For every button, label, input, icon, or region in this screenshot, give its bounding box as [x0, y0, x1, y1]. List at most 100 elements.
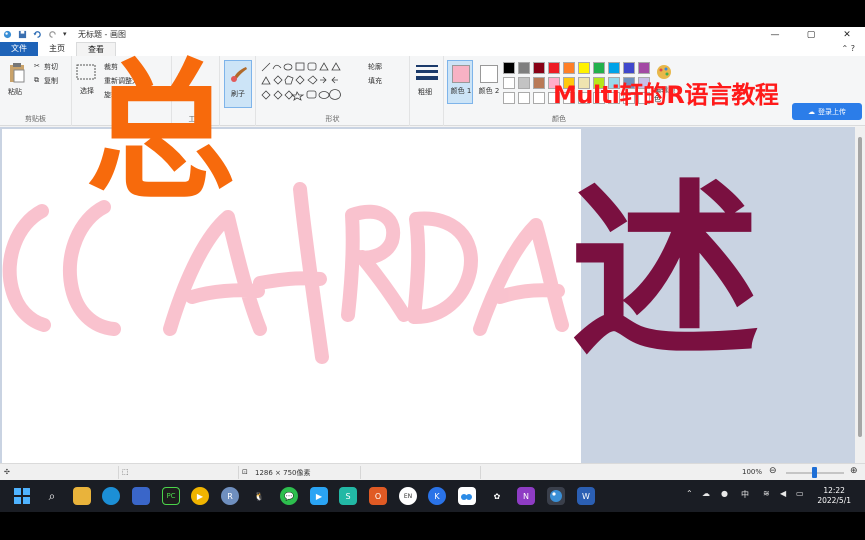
- channel-title-overlay: Multi轩的R语言教程: [553, 81, 779, 109]
- canvas-size-icon: ⊡: [242, 468, 248, 476]
- tab-file[interactable]: 文件: [0, 42, 38, 56]
- window-title: 无标题 - 画图: [78, 30, 126, 39]
- palette-swatch[interactable]: [518, 92, 530, 104]
- outline-button[interactable]: 轮廓: [368, 62, 382, 72]
- vertical-scrollbar[interactable]: [855, 127, 865, 463]
- edge-browser-icon[interactable]: [102, 487, 120, 505]
- shapes-group-label: 形状: [325, 115, 340, 123]
- screen: ▾ 无标题 - 画图 — ▢ ✕ 文件 主页 查看 ⌃ ? 粘贴 ✂ 剪切 ⧉ …: [0, 27, 865, 512]
- paste-icon[interactable]: [8, 62, 26, 84]
- redo-icon[interactable]: [48, 30, 57, 39]
- palette-swatch[interactable]: [518, 77, 530, 89]
- cloud-icon: ☁: [808, 107, 815, 116]
- palette-swatch[interactable]: [638, 62, 650, 74]
- palette-swatch[interactable]: [533, 62, 545, 74]
- title-bar: ▾ 无标题 - 画图 — ▢ ✕: [0, 27, 865, 42]
- cursor-position-icon: ✣: [4, 468, 10, 476]
- color1-button[interactable]: 颜色 1: [447, 60, 473, 104]
- shapes-group: 轮廓 填充 形状: [256, 56, 410, 126]
- palette-swatch[interactable]: [533, 77, 545, 89]
- palette-swatch[interactable]: [623, 62, 635, 74]
- cloud-drive-icon[interactable]: [458, 487, 476, 505]
- palette-swatch[interactable]: [578, 62, 590, 74]
- palette-swatch[interactable]: [548, 62, 560, 74]
- color2-swatch: [480, 65, 498, 83]
- undo-icon[interactable]: [33, 30, 42, 39]
- scissors-icon: ✂: [34, 62, 40, 70]
- onenote-icon[interactable]: N: [517, 487, 535, 505]
- help-icon[interactable]: ⌃ ?: [842, 44, 856, 53]
- battery-icon[interactable]: ▭: [796, 489, 804, 498]
- overlay-word-right: 述: [570, 160, 761, 383]
- cloud-tray-icon[interactable]: ☁: [702, 489, 710, 498]
- color2-label: 颜色 2: [478, 87, 500, 95]
- window-controls: — ▢ ✕: [757, 27, 865, 42]
- settings-gear-icon[interactable]: ✿: [488, 487, 506, 505]
- color2-button[interactable]: 颜色 2: [475, 60, 501, 104]
- paint-taskbar-icon[interactable]: [547, 487, 565, 505]
- paste-button[interactable]: 粘贴: [8, 87, 22, 97]
- language-icon[interactable]: EN: [399, 487, 417, 505]
- selection-size-icon: ⬚: [122, 468, 129, 476]
- minimize-button[interactable]: —: [757, 27, 793, 42]
- tab-home[interactable]: 主页: [38, 42, 76, 56]
- r-language-icon[interactable]: R: [221, 487, 239, 505]
- clock-date: 2022/5/1: [817, 496, 851, 505]
- color1-swatch: [452, 65, 470, 83]
- taskbar: ⌕ PC ▶ R 🐧 💬 ▶ S O EN K ✿ N W ⌃ ☁ ● 中 ≋ …: [0, 480, 865, 512]
- zoom-out-button[interactable]: ⊖: [769, 466, 777, 476]
- fill-button[interactable]: 填充: [368, 76, 382, 86]
- file-explorer-icon[interactable]: [73, 487, 91, 505]
- video-player-icon[interactable]: ▶: [310, 487, 328, 505]
- status-divider: [118, 466, 119, 479]
- media-player-icon[interactable]: ▶: [191, 487, 209, 505]
- windows-start-icon[interactable]: [13, 487, 31, 505]
- zoom-slider-thumb[interactable]: [812, 467, 817, 478]
- palette-swatch[interactable]: [503, 62, 515, 74]
- system-clock[interactable]: 12:22 2022/5/1: [817, 486, 851, 506]
- word-icon[interactable]: W: [577, 487, 595, 505]
- close-button[interactable]: ✕: [829, 27, 865, 42]
- sublime-icon[interactable]: S: [339, 487, 357, 505]
- quick-access-toolbar: ▾: [0, 30, 72, 39]
- palette-swatch[interactable]: [533, 92, 545, 104]
- palette-swatch[interactable]: [593, 62, 605, 74]
- paint-app-icon: [3, 30, 12, 39]
- k-app-icon[interactable]: K: [428, 487, 446, 505]
- palette-swatch[interactable]: [503, 77, 515, 89]
- copy-button[interactable]: 复制: [44, 76, 58, 86]
- palette-swatch[interactable]: [563, 62, 575, 74]
- zoom-in-button[interactable]: ⊕: [850, 466, 858, 476]
- pycharm-icon[interactable]: PC: [162, 487, 180, 505]
- size-button[interactable]: 粗细: [418, 87, 432, 97]
- overlay-word-left: 总: [86, 44, 237, 220]
- maximize-button[interactable]: ▢: [793, 27, 829, 42]
- office-icon[interactable]: O: [369, 487, 387, 505]
- tray-expand-icon[interactable]: ⌃: [686, 489, 693, 498]
- qq-icon[interactable]: 🐧: [250, 487, 268, 505]
- clipboard-group: 粘贴 ✂ 剪切 ⧉ 复制 剪贴板: [0, 56, 72, 126]
- status-divider: [480, 466, 481, 479]
- palette-swatch[interactable]: [518, 62, 530, 74]
- mic-tray-icon[interactable]: ●: [721, 489, 728, 498]
- scrollbar-thumb[interactable]: [858, 137, 862, 437]
- colors-group-label: 颜色: [552, 115, 566, 123]
- ime-indicator[interactable]: 中: [741, 489, 749, 500]
- clipboard-group-label: 剪贴板: [25, 115, 46, 123]
- palette-swatch[interactable]: [503, 92, 515, 104]
- search-icon[interactable]: ⌕: [43, 487, 61, 505]
- customize-toolbar-icon[interactable]: ▾: [63, 30, 72, 39]
- color1-label: 颜色 1: [450, 87, 472, 95]
- zoom-level: 100%: [742, 468, 763, 476]
- wechat-icon[interactable]: 💬: [280, 487, 298, 505]
- save-icon[interactable]: [18, 30, 27, 39]
- line-size-icon[interactable]: [416, 64, 438, 82]
- shapes-gallery-icon[interactable]: [260, 61, 360, 105]
- volume-icon[interactable]: ◀: [780, 489, 786, 498]
- cut-button[interactable]: 剪切: [44, 62, 58, 72]
- sign-in-upload-button[interactable]: ☁ 登录上传: [792, 103, 862, 120]
- status-divider: [360, 466, 361, 479]
- store-icon[interactable]: [132, 487, 150, 505]
- wifi-icon[interactable]: ≋: [763, 489, 770, 498]
- palette-swatch[interactable]: [608, 62, 620, 74]
